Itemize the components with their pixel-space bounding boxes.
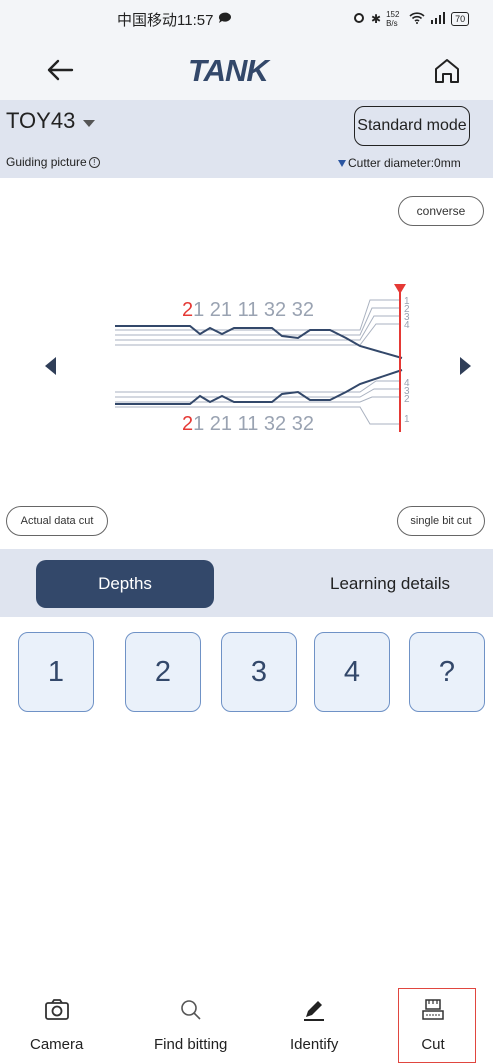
nav-camera[interactable]: Camera: [30, 998, 83, 1053]
tab-depths[interactable]: Depths: [36, 560, 214, 608]
nav-cut[interactable]: Cut: [420, 998, 446, 1053]
status-indicators: ✱ 152 B/s 70: [352, 10, 470, 28]
bitting-code-bottom: 21 21 11 32 32: [182, 413, 314, 435]
previous-arrow-icon[interactable]: [45, 357, 56, 375]
back-button[interactable]: [42, 52, 78, 88]
nav-identify-label: Identify: [290, 1036, 339, 1053]
cutter-marker-icon: [394, 284, 406, 294]
carrier-time-text: 中国移动11:57: [117, 12, 214, 29]
wifi-icon: [409, 11, 425, 27]
arrow-left-icon: [47, 59, 74, 81]
pencil-icon: [304, 1001, 325, 1021]
nav-camera-label: Camera: [30, 1036, 84, 1053]
home-button[interactable]: [430, 54, 464, 88]
cutting-machine-icon: [422, 999, 444, 1020]
depth-button-4[interactable]: 4: [314, 632, 390, 712]
bitting-code-top-first: 2: [182, 299, 193, 321]
depth-button-3[interactable]: 3: [221, 632, 297, 712]
status-carrier-time: 中国移动11:57: [117, 9, 232, 30]
triangle-down-icon: [338, 159, 346, 167]
nav-identify[interactable]: Identify: [290, 998, 338, 1053]
model-selector[interactable]: TOY43: [6, 108, 96, 134]
message-icon: [218, 11, 232, 28]
cutter-diameter: Cutter diameter:0mm: [338, 156, 461, 170]
depth-label: 1: [404, 414, 410, 425]
home-icon: [435, 59, 459, 83]
camera-icon: [44, 999, 69, 1020]
depth-button-unknown[interactable]: ?: [409, 632, 485, 712]
converse-button[interactable]: converse: [398, 196, 484, 226]
depth-label: 2: [404, 394, 410, 405]
nav-cut-label: Cut: [421, 1036, 445, 1053]
depth-button-2[interactable]: 2: [125, 632, 201, 712]
search-icon: [180, 1000, 201, 1020]
network-speed-text: 152 B/s: [386, 10, 400, 28]
bitting-code-top-rest: 1 21 11 32 32: [193, 299, 314, 321]
single-bit-cut-button[interactable]: single bit cut: [397, 506, 485, 536]
cutter-diameter-text: Cutter diameter:0mm: [348, 156, 461, 170]
battery-icon: 70: [451, 12, 470, 26]
bitting-code-bottom-first: 2: [182, 413, 193, 435]
actual-data-cut-button[interactable]: Actual data cut: [6, 506, 108, 536]
guiding-picture-link[interactable]: Guiding picture !: [6, 155, 100, 169]
guiding-picture-label: Guiding picture: [6, 155, 87, 169]
bluetooth-icon: ✱: [371, 12, 382, 26]
depth-label: 4: [404, 320, 410, 331]
signal-icon: [430, 11, 446, 27]
nav-find-bitting-label: Find bitting: [154, 1036, 228, 1053]
app-logo: TANK: [188, 53, 269, 88]
bitting-code-top: 21 21 11 32 32: [182, 299, 314, 321]
info-icon: !: [88, 156, 100, 168]
key-profile-bottom: [115, 369, 403, 405]
depth-button-1[interactable]: 1: [18, 632, 94, 712]
chevron-down-icon: [83, 119, 96, 127]
alarm-icon: [352, 11, 366, 27]
key-bitting-diagram: 1 2 3 4 4 3 2 1 21 21 11 32 32 21 21 11 …: [115, 284, 410, 435]
bitting-code-bottom-rest: 1 21 11 32 32: [193, 413, 314, 435]
key-profile-top: [115, 325, 403, 359]
next-arrow-icon[interactable]: [460, 357, 471, 375]
model-name: TOY43: [6, 108, 76, 133]
standard-mode-button[interactable]: Standard mode: [354, 106, 470, 146]
nav-find-bitting[interactable]: Find bitting: [154, 998, 227, 1053]
tab-learning-details[interactable]: Learning details: [300, 560, 480, 608]
